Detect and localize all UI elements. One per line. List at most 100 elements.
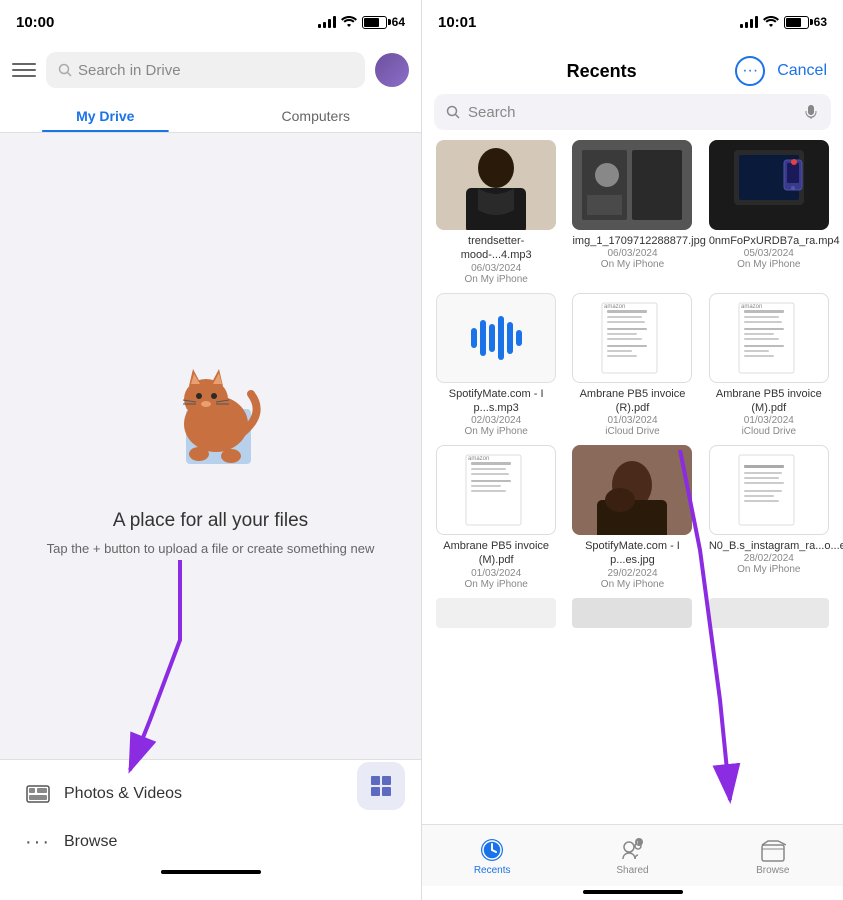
tab-my-drive[interactable]: My Drive (0, 98, 211, 132)
home-indicator-right (583, 890, 683, 894)
drive-tabs: My Drive Computers (0, 98, 421, 133)
right-panel: 10:01 63 Recents ··· Cancel (422, 0, 843, 900)
file-date: 28/02/2024 (744, 553, 794, 564)
file-location: On My iPhone (601, 259, 664, 270)
menu-button[interactable] (12, 58, 36, 82)
browse-tab-icon (760, 837, 786, 863)
file-location: On My iPhone (737, 259, 800, 270)
file-name: trendsetter-mood-...4.mp3 (436, 234, 556, 263)
svg-text:!: ! (637, 841, 638, 847)
recents-title: Recents (567, 61, 637, 82)
list-item[interactable]: img_1_1709712288877.jpg 06/03/2024 On My… (568, 140, 696, 285)
signal-icon (318, 16, 336, 28)
fab-button[interactable] (357, 762, 405, 810)
search-input-left[interactable]: Search in Drive (46, 52, 365, 88)
file-name: img_1_1709712288877.jpg (572, 234, 692, 248)
more-options-button[interactable]: ··· (735, 56, 765, 86)
list-item[interactable]: SpotifyMate.com - I p...s.mp3 02/03/2024… (432, 293, 560, 438)
wifi-icon (341, 14, 357, 30)
left-panel: 10:00 64 Search in Drive (0, 0, 422, 900)
list-item[interactable] (705, 598, 833, 628)
file-date: 01/03/2024 (471, 568, 521, 579)
file-date: 05/03/2024 (744, 248, 794, 259)
shared-icon: ! (619, 837, 645, 863)
file-thumbnail (709, 140, 829, 230)
cat-illustration (131, 334, 291, 494)
audio-waveform-icon (466, 308, 526, 368)
nav-photos-label: Photos & Videos (64, 785, 182, 803)
file-thumbnail (572, 140, 692, 230)
mic-icon[interactable] (803, 104, 819, 120)
right-battery-level: 63 (814, 15, 827, 29)
file-date: 01/03/2024 (744, 415, 794, 426)
right-status-icons: 63 (740, 14, 827, 30)
search-placeholder-left: Search in Drive (78, 62, 181, 79)
search-bar-left: Search in Drive (0, 44, 421, 98)
home-indicator-left (161, 870, 261, 874)
right-battery-icon (784, 16, 809, 29)
empty-title: A place for all your files (113, 510, 308, 532)
left-status-icons: 64 (318, 14, 405, 30)
file-location: On My iPhone (601, 579, 664, 590)
search-placeholder-right: Search (468, 104, 795, 121)
list-item[interactable] (568, 598, 696, 628)
file-thumbnail (436, 293, 556, 383)
file-date: 01/03/2024 (607, 415, 657, 426)
browse-icon: ··· (24, 828, 52, 856)
search-icon-right (446, 105, 460, 119)
photos-icon (24, 780, 52, 808)
file-thumbnail: amazon (709, 293, 829, 383)
file-location: iCloud Drive (605, 426, 659, 437)
file-thumbnail (436, 598, 556, 628)
file-thumbnail (709, 598, 829, 628)
files-row-3: amazon Ambrane PB5 invoice (M).pdf 01/03… (432, 445, 833, 590)
cancel-button[interactable]: Cancel (777, 62, 827, 80)
right-wifi-icon (763, 14, 779, 30)
bottom-nav-right: Recents ! Shared (422, 824, 843, 886)
right-header: Recents ··· Cancel (422, 44, 843, 94)
files-row-2: SpotifyMate.com - I p...s.mp3 02/03/2024… (432, 293, 833, 438)
list-item[interactable]: N0_B.s_instagram_ra...o...e_.pdf 28/02/2… (705, 445, 833, 590)
battery-icon (362, 16, 387, 29)
file-thumbnail (572, 598, 692, 628)
list-item[interactable]: amazon Ambrane PB5 invoice (M).pdf 01/03… (432, 445, 560, 590)
svg-text:amazon: amazon (604, 304, 625, 310)
right-signal-icon (740, 16, 758, 28)
list-item[interactable]: trendsetter-mood-...4.mp3 06/03/2024 On … (432, 140, 560, 285)
files-row-1: trendsetter-mood-...4.mp3 06/03/2024 On … (432, 140, 833, 285)
tab-shared[interactable]: ! Shared (562, 833, 702, 886)
tab-computers[interactable]: Computers (211, 98, 422, 132)
svg-text:amazon: amazon (741, 304, 762, 310)
list-item[interactable]: amazon Ambrane PB5 invoice (R).pdf 01/03… (568, 293, 696, 438)
empty-state: A place for all your files Tap the + but… (0, 133, 421, 759)
file-thumbnail (709, 445, 829, 535)
list-item[interactable] (432, 598, 560, 628)
file-name: Ambrane PB5 invoice (M).pdf (709, 387, 829, 416)
tab-browse[interactable]: Browse (703, 833, 843, 886)
list-item[interactable]: amazon Ambrane PB5 invoice (M).pdf 01/03… (705, 293, 833, 438)
list-item[interactable]: 0nmFoPxURDB7a_ra.mp4 05/03/2024 On My iP… (705, 140, 833, 285)
svg-text:amazon: amazon (468, 456, 489, 462)
file-location: On My iPhone (464, 426, 527, 437)
file-name: Ambrane PB5 invoice (R).pdf (572, 387, 692, 416)
right-status-bar: 10:01 63 (422, 0, 843, 44)
file-date: 29/02/2024 (607, 568, 657, 579)
nav-browse-label: Browse (64, 833, 117, 851)
search-bar-right[interactable]: Search (434, 94, 831, 130)
tab-recents[interactable]: Recents (422, 833, 562, 886)
file-location: On My iPhone (464, 579, 527, 590)
file-date: 06/03/2024 (607, 248, 657, 259)
nav-browse[interactable]: ··· Browse (0, 818, 421, 866)
files-grid: trendsetter-mood-...4.mp3 06/03/2024 On … (422, 140, 843, 824)
file-thumbnail (436, 140, 556, 230)
files-row-4 (432, 598, 833, 628)
file-location: On My iPhone (737, 564, 800, 575)
header-actions: ··· Cancel (735, 56, 827, 86)
file-thumbnail: amazon (572, 293, 692, 383)
file-date: 02/03/2024 (471, 415, 521, 426)
list-item[interactable]: SpotifyMate.com - I p...es.jpg 29/02/202… (568, 445, 696, 590)
file-name: Ambrane PB5 invoice (M).pdf (436, 539, 556, 568)
user-avatar[interactable] (375, 53, 409, 87)
file-name: 0nmFoPxURDB7a_ra.mp4 (709, 234, 829, 248)
file-date: 06/03/2024 (471, 263, 521, 274)
